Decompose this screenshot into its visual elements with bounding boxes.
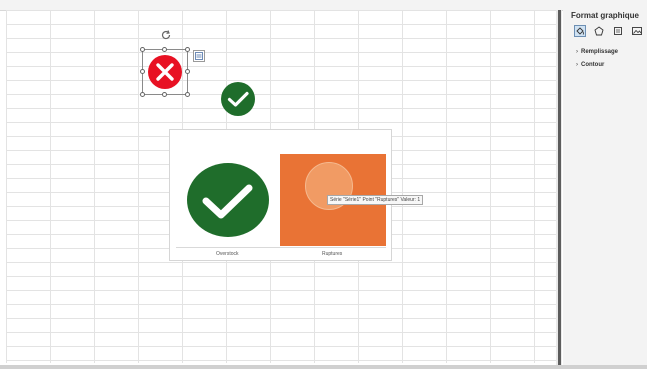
category-label: Overstock: [216, 251, 239, 257]
resize-handle[interactable]: [140, 47, 145, 52]
chart-bar-overstock[interactable]: [186, 162, 270, 238]
chart-tooltip: Série "Série1" Point "Ruptures" Valeur: …: [327, 195, 424, 205]
selected-shape[interactable]: [140, 47, 190, 97]
red-x-circle-icon: [148, 55, 182, 89]
excel-window: Série "Série1" Point "Ruptures" Valeur: …: [0, 0, 647, 369]
size-properties-icon[interactable]: [612, 25, 624, 37]
resize-handle[interactable]: [162, 92, 167, 97]
pane-splitter-bar[interactable]: [558, 10, 561, 365]
picture-icon[interactable]: [631, 25, 643, 37]
category-axis: [176, 247, 386, 248]
chevron-right-icon: ›: [576, 49, 578, 55]
green-check-circle-icon[interactable]: [220, 81, 256, 117]
resize-handle[interactable]: [185, 69, 190, 74]
chevron-right-icon: ›: [576, 62, 578, 68]
resize-handle[interactable]: [185, 47, 190, 52]
section-label: Contour: [581, 62, 605, 68]
resize-handle[interactable]: [185, 92, 190, 97]
effects-icon[interactable]: [593, 25, 605, 37]
resize-handle[interactable]: [140, 92, 145, 97]
fill-line-icon[interactable]: [574, 25, 586, 37]
window-bottom-edge: [0, 365, 647, 369]
resize-handle[interactable]: [140, 69, 145, 74]
pane-title: Format graphique: [571, 11, 640, 20]
category-label: Ruptures: [322, 251, 343, 257]
section-label: Remplissage: [581, 49, 619, 55]
section-outline[interactable]: › Contour: [576, 62, 604, 68]
section-fill[interactable]: › Remplissage: [576, 49, 618, 55]
layout-options-icon[interactable]: [193, 50, 205, 62]
resize-handle[interactable]: [162, 47, 167, 52]
rotate-handle-icon[interactable]: [160, 28, 172, 40]
